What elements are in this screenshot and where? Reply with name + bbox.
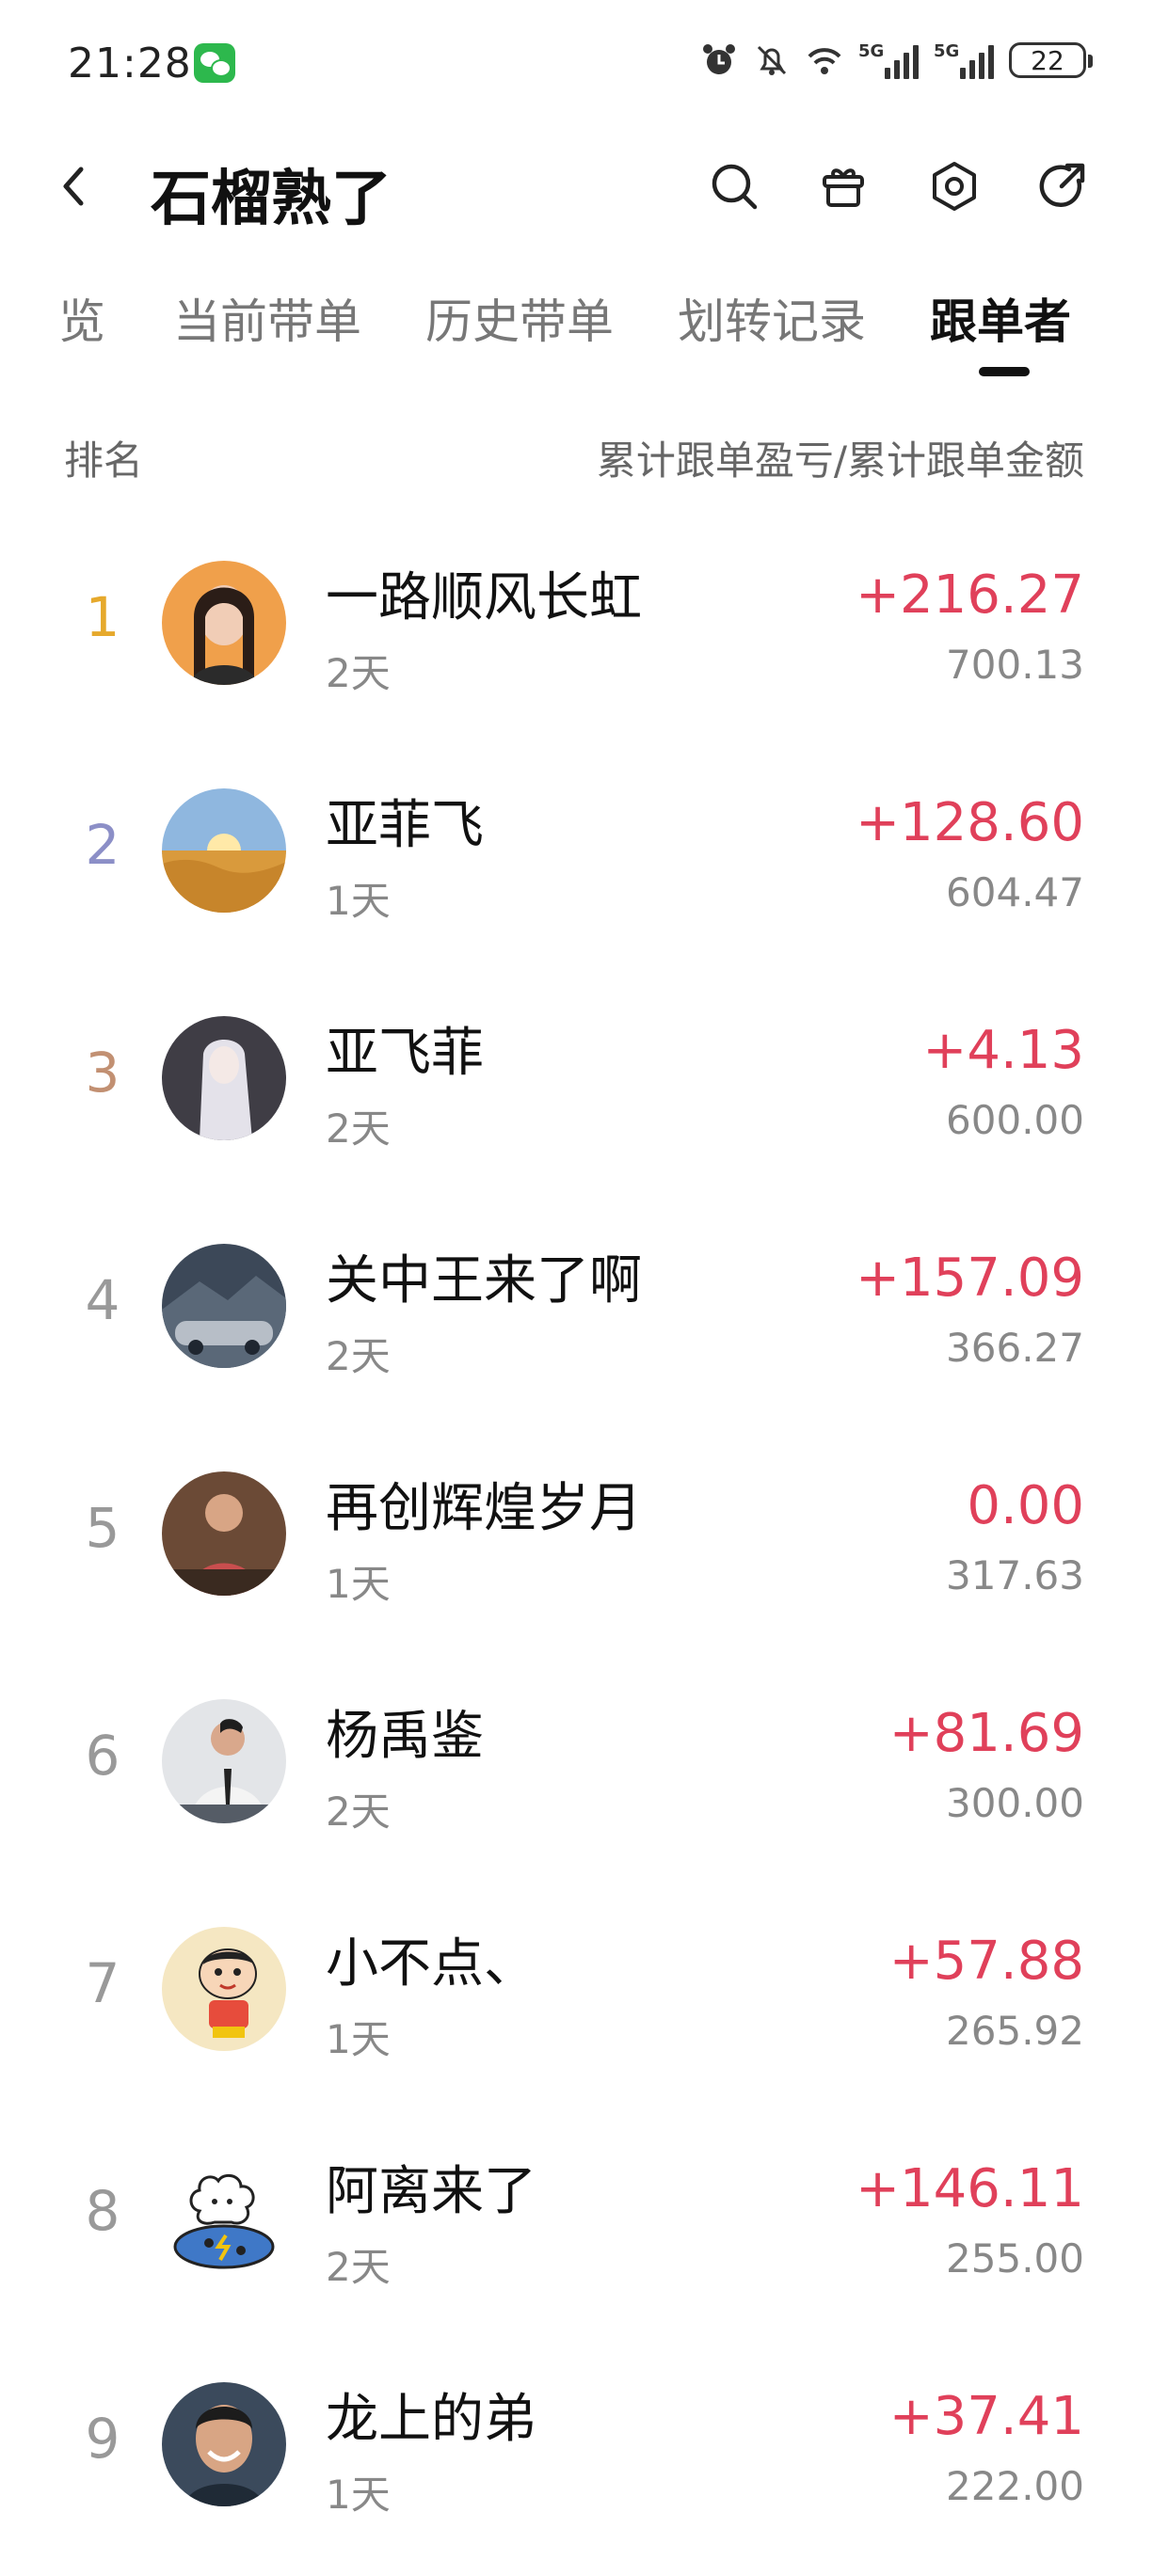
follow-pnl: +128.60 [856, 792, 1084, 853]
tab-overview[interactable]: 览 [58, 284, 105, 352]
follow-amount: 366.27 [946, 1325, 1084, 1371]
follow-amount: 265.92 [946, 2008, 1084, 2054]
list-column-header: 排名 累计跟单盈亏/累计跟单金额 [0, 423, 1152, 489]
follow-pnl: +216.27 [856, 564, 1084, 626]
follow-days: 2天 [326, 1105, 391, 1152]
follow-days: 1天 [326, 878, 391, 924]
wechat-icon [194, 43, 235, 83]
follow-pnl: +157.09 [856, 1248, 1084, 1309]
follower-name: 龙上的弟 [326, 2389, 536, 2450]
rank-number: 5 [85, 1496, 120, 1560]
rank-number: 1 [85, 585, 120, 649]
follower-name: 再创辉煌岁月 [326, 1478, 642, 1539]
follower-row[interactable]: 1 一路顺风长虹 2天 +216.27 700.13 [0, 527, 1152, 755]
avatar [162, 788, 286, 913]
follow-days: 2天 [326, 1789, 391, 1835]
rank-number: 6 [85, 1724, 120, 1788]
follower-row[interactable]: 9 龙上的弟 1天 +37.41 222.00 [0, 2348, 1152, 2576]
follow-pnl: +81.69 [888, 1703, 1084, 1764]
follow-amount: 604.47 [946, 869, 1084, 915]
avatar [162, 2155, 286, 2279]
gift-icon[interactable] [815, 158, 872, 215]
tab-bar: 览 当前带单 历史带单 划转记录 跟单者 [0, 263, 1152, 386]
follower-row[interactable]: 5 再创辉煌岁月 1天 0.00 317.63 [0, 1438, 1152, 1665]
signal-strength-icon: 5G [858, 41, 919, 79]
tab-followers[interactable]: 跟单者 [930, 284, 1071, 352]
follower-row[interactable]: 8 阿离来了 2天 +146.11 255.00 [0, 2121, 1152, 2348]
follow-pnl: +37.41 [888, 2386, 1084, 2447]
tab-history-orders[interactable]: 历史带单 [425, 284, 614, 352]
follower-name: 关中王来了啊 [326, 1250, 642, 1312]
pnl-amount-column-label: 累计跟单盈亏/累计跟单金额 [596, 437, 1084, 484]
rank-number: 4 [85, 1268, 120, 1332]
rank-number: 7 [85, 1951, 120, 2015]
avatar [162, 1471, 286, 1596]
follower-name: 亚菲飞 [326, 795, 484, 856]
tab-current-orders[interactable]: 当前带单 [173, 284, 361, 352]
rank-number: 8 [85, 2179, 120, 2243]
follower-row[interactable]: 3 亚飞菲 2天 +4.13 600.00 [0, 982, 1152, 1210]
alarm-icon [703, 44, 735, 74]
follow-amount: 255.00 [946, 2235, 1084, 2282]
follower-name: 杨禹鉴 [326, 1706, 484, 1767]
follower-row[interactable]: 7 小不点、 1天 +57.88 265.92 [0, 1893, 1152, 2121]
rank-column-label: 排名 [64, 437, 144, 484]
battery-icon: 22 [1009, 42, 1093, 78]
follow-amount: 600.00 [946, 1097, 1084, 1143]
rank-number: 9 [85, 2407, 120, 2471]
follower-name: 一路顺风长虹 [326, 567, 642, 628]
signal-strength-icon-2: 5G [934, 41, 994, 79]
battery-level: 22 [1031, 44, 1064, 76]
rank-number: 3 [85, 1041, 120, 1105]
follow-amount: 317.63 [946, 1552, 1084, 1598]
follow-amount: 222.00 [946, 2463, 1084, 2509]
follow-pnl: +4.13 [922, 1020, 1084, 1081]
tab-transfer-records[interactable]: 划转记录 [678, 284, 866, 352]
follower-name: 小不点、 [326, 1933, 536, 1995]
follow-amount: 700.13 [946, 642, 1084, 688]
follower-name: 亚飞菲 [326, 1023, 484, 1084]
avatar [162, 1016, 286, 1140]
follow-days: 1天 [326, 2016, 391, 2062]
avatar [162, 1927, 286, 2051]
follow-days: 2天 [326, 650, 391, 696]
mute-bell-icon [757, 45, 787, 75]
avatar [162, 2382, 286, 2506]
wifi-icon [808, 48, 841, 74]
settings-hexagon-icon[interactable] [926, 158, 983, 215]
avatar [162, 1244, 286, 1368]
follow-pnl: +57.88 [888, 1931, 1084, 1992]
avatar [162, 561, 286, 685]
share-icon[interactable] [1035, 158, 1092, 215]
follower-row[interactable]: 6 杨禹鉴 2天 +81.69 300.00 [0, 1665, 1152, 1893]
follow-amount: 300.00 [946, 1780, 1084, 1826]
page-title: 石榴熟了 [151, 165, 392, 234]
rank-number: 2 [85, 813, 120, 877]
page-header: 石榴熟了 [0, 132, 1152, 245]
follow-days: 2天 [326, 1333, 391, 1379]
follower-name: 阿离来了 [326, 2161, 536, 2222]
follow-days: 2天 [326, 2244, 391, 2290]
search-icon[interactable] [706, 158, 762, 215]
follow-days: 1天 [326, 1561, 391, 1607]
follower-row[interactable]: 2 亚菲飞 1天 +128.60 604.47 [0, 755, 1152, 982]
active-tab-indicator [979, 367, 1030, 376]
follow-pnl: 0.00 [967, 1475, 1084, 1536]
back-arrow-icon[interactable] [49, 160, 102, 213]
follow-days: 1天 [326, 2472, 391, 2518]
follow-pnl: +146.11 [856, 2158, 1084, 2219]
follower-row[interactable]: 4 关中王来了啊 2天 +157.09 366.27 [0, 1210, 1152, 1438]
status-time: 21:28 [68, 40, 192, 87]
status-icons: 5G 5G 22 [700, 41, 1093, 79]
status-bar: 21:28 5G 5G 22 [0, 0, 1152, 132]
follower-list: 1 一路顺风长虹 2天 +216.27 700.13 2 亚菲飞 1天 +128… [0, 527, 1152, 2576]
avatar [162, 1699, 286, 1823]
